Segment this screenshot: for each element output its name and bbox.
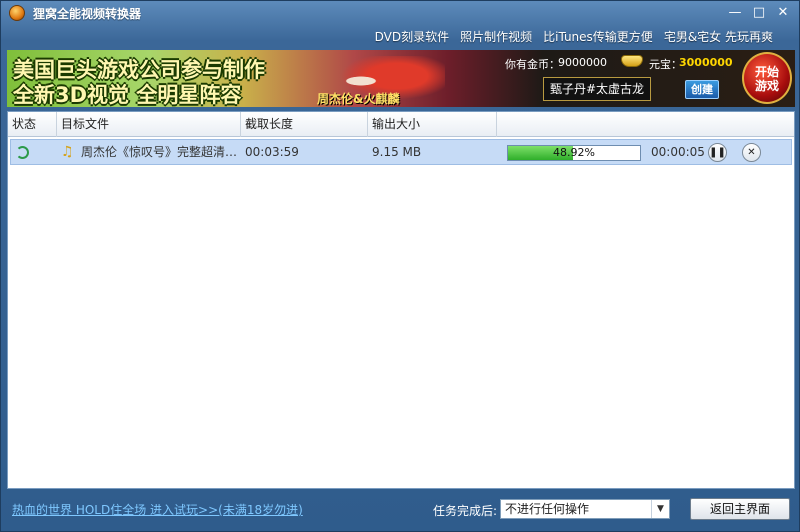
gold-ingot-icon <box>621 55 643 67</box>
after-complete-value: 不进行任何操作 <box>505 502 590 516</box>
close-button[interactable]: ✕ <box>773 4 793 22</box>
column-target-file[interactable]: 目标文件 <box>57 112 241 137</box>
converting-status-icon <box>16 146 29 159</box>
minimize-button[interactable]: — <box>725 4 745 22</box>
game-account-panel: 你有金币： 9000000 元宝： 3000000 甄子丹#太虚古龙 创建 <box>503 52 735 104</box>
app-logo-icon <box>9 5 25 21</box>
link-photo-video[interactable]: 照片制作视频 <box>460 28 532 45</box>
progress-text: 48.92% <box>553 146 595 159</box>
column-status[interactable]: 状态 <box>8 112 57 137</box>
length-cell: 00:03:59 <box>245 145 299 159</box>
gold-label: 你有金币： <box>505 58 560 71</box>
after-complete-select[interactable]: 不进行任何操作 ▼ <box>500 499 670 519</box>
column-output-size[interactable]: 输出大小 <box>368 112 497 137</box>
banner-caption: 周杰伦&火麒麟 <box>317 92 400 106</box>
target-file-cell: 周杰伦《惊叹号》完整超清… <box>81 145 238 159</box>
top-links: DVD刻录软件 照片制作视频 比iTunes传输更方便 宅男&宅女 先玩再爽 <box>375 28 773 45</box>
link-itunes-transfer[interactable]: 比iTunes传输更方便 <box>543 28 653 45</box>
gold-value: 9000000 <box>558 56 607 69</box>
start-game-button[interactable]: 开始 游戏 <box>742 52 792 104</box>
banner-subheadline: 全新3D视觉 全明星阵容 <box>13 83 242 107</box>
create-character-button[interactable]: 创建 <box>685 80 719 99</box>
yuanbao-label: 元宝： <box>649 58 682 71</box>
ad-banner[interactable]: 美国巨头游戏公司参与制作 全新3D视觉 全明星阵容 周杰伦&火麒麟 你有金币： … <box>7 50 795 107</box>
music-note-icon: ♫ <box>61 144 74 160</box>
link-game-promo[interactable]: 宅男&宅女 先玩再爽 <box>664 28 773 45</box>
progress-bar: 48.92% <box>507 145 641 161</box>
start-game-label-2: 游戏 <box>754 79 779 93</box>
table-row[interactable]: ♫ 周杰伦《惊叹号》完整超清… 00:03:59 9.15 MB 48.92% … <box>10 139 792 165</box>
back-to-main-button[interactable]: 返回主界面 <box>690 498 790 520</box>
yuanbao-value: 3000000 <box>679 56 733 69</box>
maximize-button[interactable]: □ <box>749 4 769 22</box>
chevron-down-icon[interactable]: ▼ <box>651 500 669 518</box>
title-bar: 狸窝全能视频转换器 — □ ✕ <box>1 1 799 25</box>
start-game-label-1: 开始 <box>754 65 779 79</box>
after-complete-label: 任务完成后: <box>433 504 498 518</box>
footer-bar: 热血的世界 HOLD住全场 进入试玩>>(未满18岁勿进) 任务完成后: 不进行… <box>1 493 799 531</box>
link-dvd-burn[interactable]: DVD刻录软件 <box>375 28 449 45</box>
task-list-panel: 状态 目标文件 截取长度 输出大小 ♫ 周杰伦《惊叹号》完整超清… 00:03:… <box>7 111 795 489</box>
pause-button[interactable]: ❚❚ <box>708 143 727 162</box>
window-title: 狸窝全能视频转换器 <box>33 6 142 21</box>
cancel-task-button[interactable]: ✕ <box>742 143 761 162</box>
table-header: 状态 目标文件 截取长度 输出大小 <box>8 112 794 137</box>
character-name-field[interactable]: 甄子丹#太虚古龙 <box>543 77 651 101</box>
remaining-time-cell: 00:00:05 <box>651 145 705 159</box>
game-promo-link[interactable]: 热血的世界 HOLD住全场 进入试玩>>(未满18岁勿进) <box>12 501 303 518</box>
output-size-cell: 9.15 MB <box>372 145 422 159</box>
app-window: 狸窝全能视频转换器 — □ ✕ DVD刻录软件 照片制作视频 比iTunes传输… <box>0 0 800 532</box>
column-progress <box>497 112 794 137</box>
column-length[interactable]: 截取长度 <box>241 112 368 137</box>
